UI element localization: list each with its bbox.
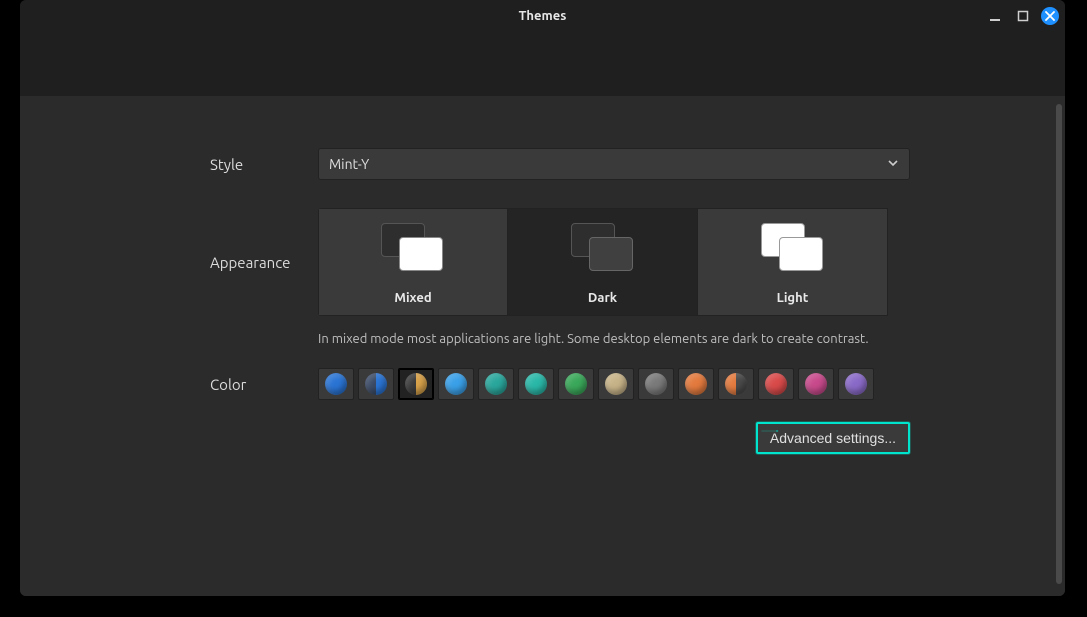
- minimize-button[interactable]: [985, 6, 1005, 26]
- color-label: Color: [210, 376, 318, 393]
- color-dot-icon: [525, 373, 547, 395]
- header-bar: [20, 32, 1065, 96]
- color-dot-icon: [845, 373, 867, 395]
- appearance-thumb-icon: [571, 223, 635, 273]
- titlebar: Themes: [20, 0, 1065, 32]
- appearance-option-light[interactable]: Light: [698, 208, 888, 316]
- color-dot-icon: [365, 373, 387, 395]
- color-swatch-red[interactable]: [758, 368, 794, 400]
- color-dot-icon: [405, 373, 427, 395]
- scrollbar[interactable]: [1056, 104, 1062, 584]
- color-swatch-orange-dark[interactable]: [398, 368, 434, 400]
- color-dot-icon: [725, 373, 747, 395]
- color-dot-icon: [765, 373, 787, 395]
- color-swatch-blue-dark[interactable]: [358, 368, 394, 400]
- color-swatches: [318, 368, 910, 400]
- color-swatch-orange[interactable]: [678, 368, 714, 400]
- color-swatch-purple[interactable]: [838, 368, 874, 400]
- color-dot-icon: [645, 373, 667, 395]
- color-dot-icon: [445, 373, 467, 395]
- style-dropdown[interactable]: Mint-Y: [318, 148, 910, 180]
- content-area: Style Mint-Y Appearance Mixed Dark Light: [20, 96, 1065, 596]
- chevron-down-icon: [887, 156, 899, 172]
- appearance-thumb-icon: [761, 223, 825, 273]
- appearance-option-mixed[interactable]: Mixed: [318, 208, 508, 316]
- style-label: Style: [210, 156, 318, 173]
- appearance-option-label: Mixed: [394, 291, 431, 305]
- color-dot-icon: [485, 373, 507, 395]
- appearance-row: Appearance Mixed Dark Light: [210, 208, 910, 316]
- appearance-thumb-icon: [381, 223, 445, 273]
- color-swatch-teal[interactable]: [478, 368, 514, 400]
- advanced-settings-button[interactable]: Advanced settings...: [756, 422, 910, 454]
- color-dot-icon: [685, 373, 707, 395]
- appearance-label: Appearance: [210, 254, 318, 271]
- advanced-row: Advanced settings...: [318, 422, 910, 454]
- color-swatch-sand[interactable]: [598, 368, 634, 400]
- color-dot-icon: [565, 373, 587, 395]
- color-swatch-grey[interactable]: [638, 368, 674, 400]
- style-row: Style Mint-Y: [210, 148, 910, 180]
- color-swatch-green[interactable]: [558, 368, 594, 400]
- window-controls: [985, 0, 1059, 32]
- appearance-option-label: Dark: [588, 291, 617, 305]
- maximize-button[interactable]: [1013, 6, 1033, 26]
- close-button[interactable]: [1041, 7, 1059, 25]
- color-swatch-orange-grey[interactable]: [718, 368, 754, 400]
- appearance-option-label: Light: [777, 291, 809, 305]
- color-row: Color: [210, 368, 910, 400]
- color-dot-icon: [805, 373, 827, 395]
- color-swatch-skyblue[interactable]: [438, 368, 474, 400]
- color-dot-icon: [605, 373, 627, 395]
- themes-window: Themes Style Mint-Y: [20, 0, 1065, 596]
- appearance-option-dark[interactable]: Dark: [508, 208, 698, 316]
- appearance-hint: In mixed mode most applications are ligh…: [318, 332, 910, 346]
- appearance-options: Mixed Dark Light: [318, 208, 910, 316]
- style-dropdown-value: Mint-Y: [329, 156, 369, 172]
- color-dot-icon: [325, 373, 347, 395]
- color-swatch-blue[interactable]: [318, 368, 354, 400]
- themes-form: Style Mint-Y Appearance Mixed Dark Light: [210, 148, 910, 454]
- window-title: Themes: [519, 9, 567, 23]
- color-swatch-pink[interactable]: [798, 368, 834, 400]
- color-swatch-cyan[interactable]: [518, 368, 554, 400]
